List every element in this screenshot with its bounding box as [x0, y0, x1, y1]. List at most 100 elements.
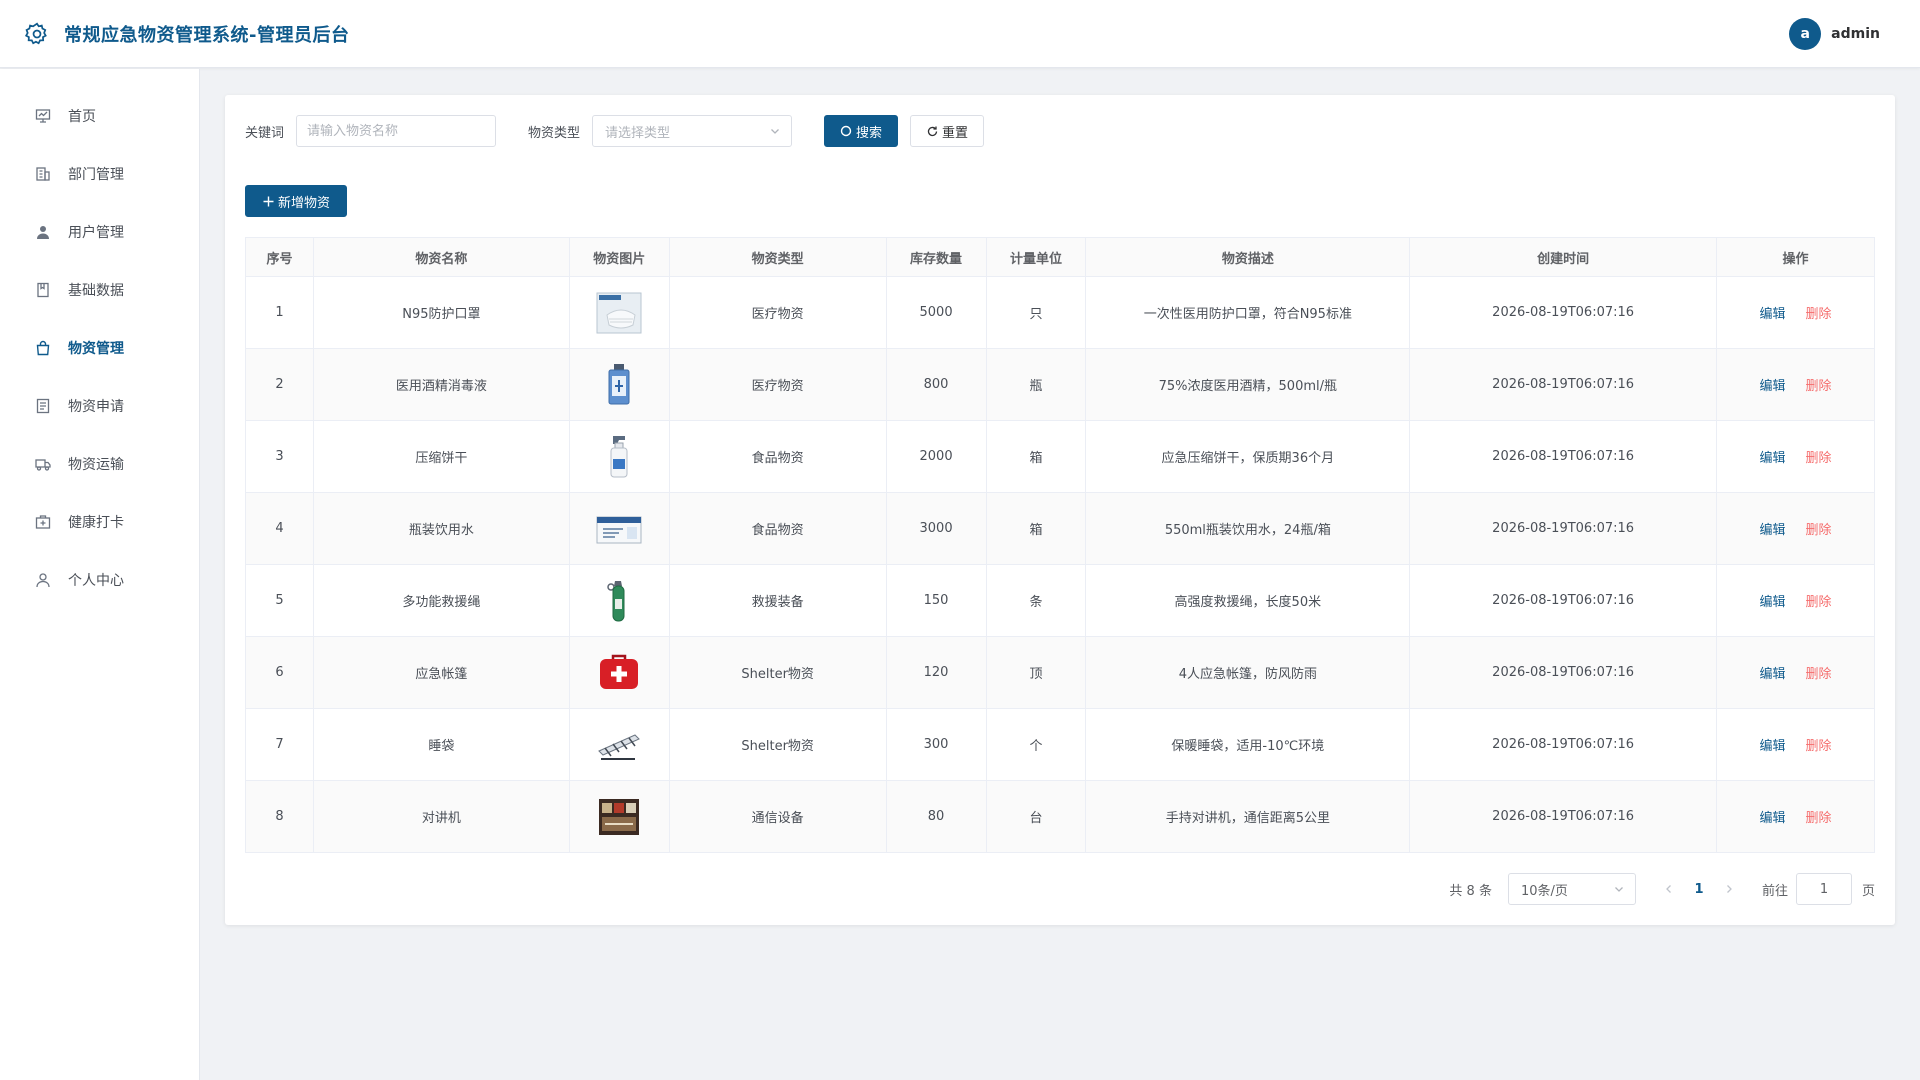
- username[interactable]: admin: [1831, 26, 1880, 42]
- pagination: 共 8 条 10条/页 1 前往 页: [1449, 873, 1875, 905]
- edit-button[interactable]: 编辑: [1760, 451, 1786, 466]
- delete-button[interactable]: 删除: [1806, 739, 1832, 754]
- notebook-icon: [34, 281, 52, 299]
- cell-actions: 编辑 删除: [1716, 348, 1875, 421]
- sidebar-item-label: 物资管理: [68, 341, 124, 357]
- next-page-button[interactable]: [1714, 873, 1744, 905]
- page-size-select[interactable]: 10条/页: [1507, 873, 1636, 905]
- materials-table: 序号 物资名称 物资图片 物资类型 库存数量 计量单位 物资描述 创建时间 操作…: [245, 237, 1875, 853]
- oxygen-tank-thumb[interactable]: [595, 577, 643, 625]
- type-select[interactable]: 请选择类型: [592, 115, 793, 147]
- sidebar-item-materials[interactable]: 物资管理: [0, 319, 199, 377]
- delete-button[interactable]: 删除: [1806, 523, 1832, 538]
- column-header: 操作: [1716, 237, 1875, 277]
- cell-actions: 编辑 删除: [1716, 420, 1875, 493]
- sidebar-item-home[interactable]: 首页: [0, 87, 199, 145]
- edit-button[interactable]: 编辑: [1760, 811, 1786, 826]
- prev-page-button[interactable]: [1654, 873, 1684, 905]
- reset-button-label: 重置: [942, 125, 969, 141]
- keyword-input[interactable]: [296, 115, 497, 147]
- mask-box-thumb[interactable]: [595, 289, 643, 337]
- search-icon: [840, 125, 853, 138]
- cell-desc: 75%浓度医用酒精，500ml/瓶: [1085, 348, 1411, 421]
- cell-name: 医用酒精消毒液: [312, 348, 570, 421]
- monitor-icon: [34, 107, 52, 125]
- delete-button[interactable]: 删除: [1806, 595, 1832, 610]
- cell-desc: 保暖睡袋，适用-10℃环境: [1085, 708, 1411, 781]
- search-button[interactable]: 搜索: [824, 115, 899, 147]
- add-button-label: 新增物资: [277, 195, 330, 211]
- cell-desc: 手持对讲机，通信距离5公里: [1085, 780, 1411, 853]
- sidebar-item-users[interactable]: 用户管理: [0, 203, 199, 261]
- user-menu[interactable]: a admin: [1789, 18, 1880, 50]
- reset-button[interactable]: 重置: [910, 115, 985, 147]
- page-number-current[interactable]: 1: [1684, 873, 1714, 905]
- delete-button[interactable]: 删除: [1806, 451, 1832, 466]
- sidebar-item-profile[interactable]: 个人中心: [0, 551, 199, 609]
- edit-button[interactable]: 编辑: [1760, 523, 1786, 538]
- cell-type: 救援装备: [668, 564, 887, 637]
- edit-button[interactable]: 编辑: [1760, 379, 1786, 394]
- delete-button[interactable]: 删除: [1806, 379, 1832, 394]
- chevron-down-icon: [769, 125, 781, 137]
- cell-type: Shelter物资: [668, 636, 887, 709]
- delete-button[interactable]: 删除: [1806, 307, 1832, 322]
- cell-qty: 5000: [885, 276, 987, 349]
- cell-qty: 3000: [885, 492, 987, 565]
- table-row: 8 对讲机 通信设备 80 台 手持对讲机，通信距离5公里 2026-08-19…: [245, 780, 1875, 853]
- table-row: 7 睡袋 Shelter物资 300 个 保暖睡袋，适用-10℃环境 2026-…: [245, 708, 1875, 781]
- cell-no: 4: [245, 492, 314, 565]
- goto-page-input[interactable]: [1795, 873, 1852, 905]
- cell-qty: 150: [885, 564, 987, 637]
- table-row: 2 医用酒精消毒液 医疗物资 800 瓶 75%浓度医用酒精，500ml/瓶 2…: [245, 348, 1875, 421]
- avatar[interactable]: a: [1789, 18, 1822, 50]
- table-header-row: 序号 物资名称 物资图片 物资类型 库存数量 计量单位 物资描述 创建时间 操作: [245, 237, 1875, 277]
- alcohol-bottle-thumb[interactable]: [595, 361, 643, 409]
- cell-image: [568, 780, 670, 853]
- glove-box-thumb[interactable]: [595, 505, 643, 553]
- column-header: 库存数量: [885, 237, 987, 277]
- person-icon: [34, 571, 52, 589]
- edit-button[interactable]: 编辑: [1760, 739, 1786, 754]
- delete-button[interactable]: 删除: [1806, 667, 1832, 682]
- add-material-button[interactable]: 新增物资: [245, 185, 347, 217]
- column-header: 物资描述: [1085, 237, 1411, 277]
- cell-actions: 编辑 删除: [1716, 276, 1875, 349]
- sidebar-item-transport[interactable]: 物资运输: [0, 435, 199, 493]
- sidebar-item-health-checkin[interactable]: 健康打卡: [0, 493, 199, 551]
- cell-no: 1: [245, 276, 314, 349]
- cell-created: 2026-08-19T06:07:16: [1409, 780, 1718, 853]
- cell-image: [568, 564, 670, 637]
- edit-button[interactable]: 编辑: [1760, 307, 1786, 322]
- supplies-kit-thumb[interactable]: [595, 793, 643, 841]
- cell-created: 2026-08-19T06:07:16: [1409, 276, 1718, 349]
- sidebar-item-label: 用户管理: [68, 225, 124, 241]
- sidebar-item-label: 物资运输: [68, 457, 124, 473]
- cell-unit: 个: [985, 708, 1087, 781]
- sidebar-item-label: 部门管理: [68, 167, 124, 183]
- sidebar-item-departments[interactable]: 部门管理: [0, 145, 199, 203]
- sidebar-item-label: 基础数据: [68, 283, 124, 299]
- edit-button[interactable]: 编辑: [1760, 595, 1786, 610]
- refresh-icon: [926, 125, 939, 138]
- search-button-label: 搜索: [856, 125, 883, 141]
- cell-unit: 箱: [985, 420, 1087, 493]
- spray-bottle-thumb[interactable]: [595, 433, 643, 481]
- gear-icon: [24, 21, 50, 47]
- first-aid-kit-thumb[interactable]: [595, 649, 643, 697]
- cell-unit: 台: [985, 780, 1087, 853]
- edit-button[interactable]: 编辑: [1760, 667, 1786, 682]
- cell-unit: 只: [985, 276, 1087, 349]
- cell-type: 食品物资: [668, 420, 887, 493]
- delete-button[interactable]: 删除: [1806, 811, 1832, 826]
- cell-type: 医疗物资: [668, 348, 887, 421]
- stretcher-thumb[interactable]: [595, 721, 643, 769]
- sidebar-item-applications[interactable]: 物资申请: [0, 377, 199, 435]
- chevron-down-icon: [1613, 883, 1625, 895]
- cell-name: 应急帐篷: [312, 636, 570, 709]
- table-row: 5 多功能救援绳 救援装备 150 条 高强度救援绳，长度50米 2026-08…: [245, 564, 1875, 637]
- chevron-right-icon: [1727, 885, 1732, 893]
- sidebar-item-basic-data[interactable]: 基础数据: [0, 261, 199, 319]
- cell-type: 医疗物资: [668, 276, 887, 349]
- sidebar-item-label: 首页: [68, 109, 96, 125]
